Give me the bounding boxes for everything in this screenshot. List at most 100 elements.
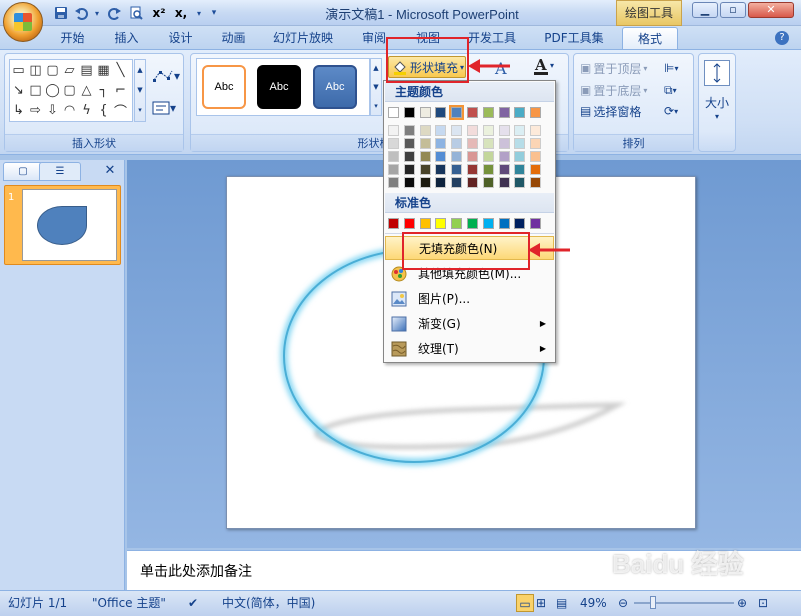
theme-shade-swatch[interactable] [403, 151, 415, 162]
theme-shade-swatch[interactable] [419, 164, 431, 175]
shape-effects-icon[interactable]: A [492, 58, 514, 78]
shapes-gallery[interactable]: ▭ ◫ ▢ ▱ ▤ ▦ ╲ ↘ □ ◯ ▢ △ ┐ ⌐ ↳ ⇨ ⇩ ◠ ϟ { … [9, 59, 133, 122]
tab-insert[interactable]: 插入 [104, 27, 149, 49]
standard-color-swatch[interactable] [514, 218, 526, 229]
theme-shade-swatch[interactable] [498, 177, 510, 188]
theme-shade-swatch[interactable] [482, 151, 494, 162]
theme-shade-swatch[interactable] [403, 125, 415, 136]
tab-format[interactable]: 格式 [622, 27, 678, 49]
theme-shade-swatch[interactable] [498, 125, 510, 136]
triangle-shape-icon[interactable]: △ [82, 83, 92, 98]
line-shape-icon[interactable]: ╲ [117, 63, 125, 78]
theme-shade-swatch[interactable] [419, 177, 431, 188]
style-sample-blue[interactable]: Abc [313, 65, 357, 109]
theme-color-swatch[interactable] [514, 107, 526, 118]
theme-shade-swatch[interactable] [482, 177, 494, 188]
theme-shade-swatch[interactable] [451, 151, 463, 162]
standard-color-swatch[interactable] [388, 218, 399, 229]
theme-shade-swatch[interactable] [514, 164, 526, 175]
fit-window-icon[interactable]: ⊡ [758, 594, 768, 612]
theme-shade-swatch[interactable] [514, 177, 526, 188]
edit-shape-icon[interactable]: ▾ [152, 66, 180, 86]
theme-shade-swatch[interactable] [403, 177, 415, 188]
right-arrow-shape-icon[interactable]: ⇨ [30, 103, 41, 118]
theme-shade-swatch[interactable] [419, 125, 431, 136]
theme-color-swatch[interactable] [419, 107, 431, 118]
theme-shade-swatch[interactable] [388, 177, 399, 188]
shape-fill-button[interactable]: 形状填充 ▾ [388, 56, 466, 78]
normal-view-icon[interactable]: ▭ [516, 594, 534, 612]
theme-shade-swatch[interactable] [467, 177, 478, 188]
textbox-shape-icon[interactable]: ◫ [29, 63, 41, 78]
slideshow-icon[interactable]: ▤ [556, 594, 567, 612]
corner-line-shape-icon[interactable]: ┐ [100, 83, 108, 98]
zoom-in-icon[interactable]: ⊕ [737, 594, 747, 612]
theme-shade-swatch[interactable] [467, 138, 478, 149]
maximize-button[interactable]: ▫ [720, 2, 746, 18]
theme-color-swatch[interactable] [449, 105, 465, 120]
bring-to-front-button[interactable]: ▣ 置于顶层 ▾ [580, 58, 647, 78]
redo-icon[interactable] [106, 4, 124, 22]
tab-pdf-tools[interactable]: PDF工具集 [540, 27, 608, 49]
theme-color-swatch[interactable] [498, 107, 510, 118]
snip-rect-shape-icon[interactable]: ▱ [65, 63, 75, 78]
standard-color-swatch[interactable] [482, 218, 494, 229]
standard-color-swatch[interactable] [435, 218, 447, 229]
rotate-icon[interactable]: ⟳ ▾ [664, 101, 678, 121]
size-label[interactable]: 大小 [700, 94, 734, 111]
office-button[interactable] [3, 2, 43, 42]
theme-shade-swatch[interactable] [482, 125, 494, 136]
theme-shade-swatch[interactable] [530, 177, 542, 188]
theme-color-swatch[interactable] [482, 107, 494, 118]
theme-shade-swatch[interactable] [482, 164, 494, 175]
arc-shape-icon[interactable]: ⌒ [114, 101, 127, 120]
style-gallery-scroll[interactable]: ▲ ▼ ▾ [370, 58, 382, 116]
send-to-back-button[interactable]: ▣ 置于底层 ▾ [580, 80, 647, 100]
style-sample-orange[interactable]: Abc [202, 65, 246, 109]
tab-slideshow[interactable]: 幻灯片放映 [268, 27, 338, 49]
standard-color-swatch[interactable] [498, 218, 510, 229]
theme-shade-swatch[interactable] [530, 164, 542, 175]
theme-shade-swatch[interactable] [451, 177, 463, 188]
minimize-button[interactable]: ▁ [692, 2, 718, 18]
standard-color-swatch[interactable] [403, 218, 415, 229]
theme-color-swatch[interactable] [403, 107, 415, 118]
texture-fill-menu-item[interactable]: 纹理(T) ▶ [385, 337, 554, 361]
theme-color-swatch[interactable] [435, 107, 447, 118]
standard-color-swatch[interactable] [419, 218, 431, 229]
tab-animation[interactable]: 动画 [211, 27, 256, 49]
more-fill-colors-menu-item[interactable]: 其他填充颜色(M)... [385, 262, 554, 286]
theme-shade-swatch[interactable] [498, 138, 510, 149]
theme-shade-swatch[interactable] [514, 138, 526, 149]
zoom-slider[interactable] [634, 602, 734, 604]
slide-sorter-icon[interactable]: ⊞ [536, 594, 546, 612]
connector-shape-icon[interactable]: ↳ [13, 103, 24, 118]
theme-shade-swatch[interactable] [467, 164, 478, 175]
theme-color-swatch[interactable] [530, 107, 542, 118]
zoom-slider-thumb[interactable] [650, 596, 656, 609]
theme-shade-swatch[interactable] [451, 138, 463, 149]
theme-shade-swatch[interactable] [388, 164, 399, 175]
theme-shade-swatch[interactable] [388, 151, 399, 162]
save-icon[interactable] [52, 4, 70, 22]
theme-shade-swatch[interactable] [467, 125, 478, 136]
textbox-icon[interactable]: ▾ [152, 98, 176, 118]
theme-shade-swatch[interactable] [435, 138, 447, 149]
theme-shade-swatch[interactable] [435, 151, 447, 162]
theme-shade-swatch[interactable] [403, 164, 415, 175]
elbow-shape-icon[interactable]: ⌐ [115, 83, 126, 98]
rounded-shape-icon[interactable]: ▢ [63, 83, 75, 98]
theme-shade-swatch[interactable] [514, 151, 526, 162]
down-arrow-shape-icon[interactable]: ⇩ [47, 103, 58, 118]
selection-pane-button[interactable]: ▤ 选择窗格 [580, 101, 641, 121]
tab-view[interactable]: 视图 [408, 27, 448, 49]
help-icon[interactable]: ? [775, 31, 789, 45]
gradient-fill-menu-item[interactable]: 渐变(G) ▶ [385, 312, 554, 336]
theme-shade-swatch[interactable] [435, 125, 447, 136]
outline-tab[interactable]: ☰ [39, 162, 81, 181]
theme-shade-swatch[interactable] [498, 151, 510, 162]
theme-shade-swatch[interactable] [482, 138, 494, 149]
oval-shape-icon[interactable]: ◯ [45, 83, 60, 98]
theme-color-swatch[interactable] [467, 107, 478, 118]
picture-fill-menu-item[interactable]: 图片(P)... [385, 287, 554, 311]
